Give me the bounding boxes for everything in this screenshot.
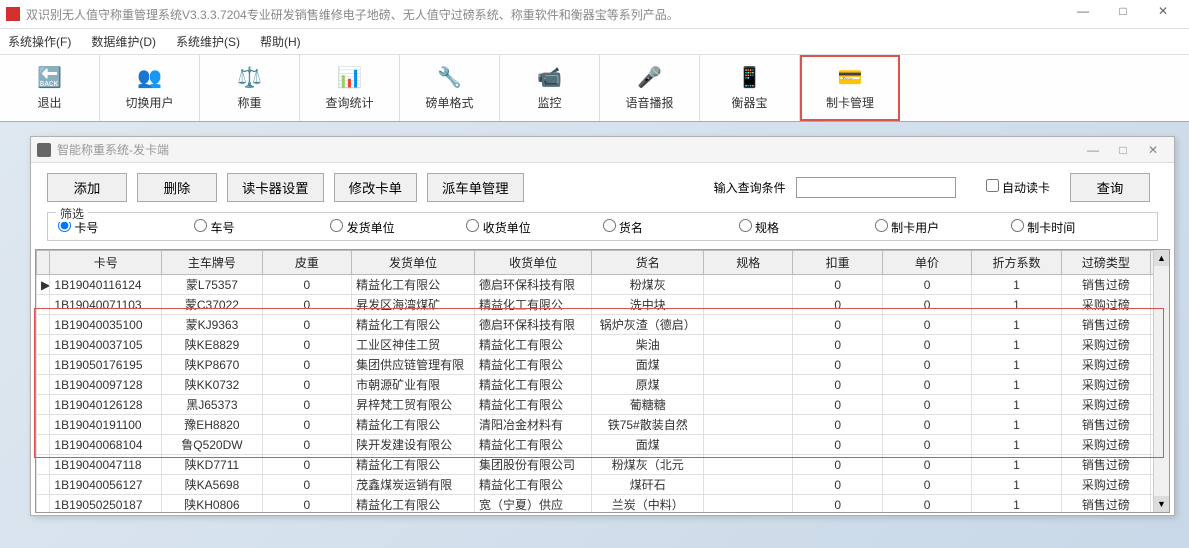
- scroll-track[interactable]: [1154, 266, 1169, 496]
- sub-close[interactable]: ✕: [1138, 143, 1168, 157]
- menu-system[interactable]: 系统操作(F): [8, 33, 71, 50]
- col-type[interactable]: 过磅类型: [1061, 251, 1150, 275]
- col-price[interactable]: 单价: [882, 251, 971, 275]
- filter-group: 筛选 卡号 车号 发货单位 收货单位 货名 规格 制卡用户 制卡时间: [47, 212, 1158, 241]
- search-input[interactable]: [796, 177, 956, 198]
- col-tare[interactable]: 皮重: [262, 251, 351, 275]
- table-row[interactable]: 1B19040035100蒙KJ93630精益化工有限公德启环保科技有限锅炉灰渣…: [37, 315, 1169, 335]
- tool-weigh[interactable]: ⚖️称重: [200, 55, 300, 121]
- sub-minimize[interactable]: —: [1078, 143, 1108, 157]
- radio-card-user[interactable]: 制卡用户: [875, 219, 1011, 236]
- menu-help[interactable]: 帮助(H): [260, 33, 301, 50]
- tool-exit[interactable]: 🔙退出: [0, 55, 100, 121]
- table-row[interactable]: 1B19040068104鲁Q520DW0陕开发建设有限公精益化工有限公面煤00…: [37, 435, 1169, 455]
- toolbar: 🔙退出 👥切换用户 ⚖️称重 📊查询统计 🔧磅单格式 📹监控 🎤语音播报 📱衡器…: [0, 55, 1189, 122]
- phone-icon: 📱: [735, 66, 765, 90]
- col-coef[interactable]: 折方系数: [972, 251, 1061, 275]
- col-deduct[interactable]: 扣重: [793, 251, 882, 275]
- action-bar: 添加 删除 读卡器设置 修改卡单 派车单管理 输入查询条件 自动读卡 查询: [31, 163, 1174, 212]
- tool-hqb[interactable]: 📱衡器宝: [700, 55, 800, 121]
- tool-voice[interactable]: 🎤语音播报: [600, 55, 700, 121]
- minimize-button[interactable]: —: [1063, 4, 1103, 24]
- search-label: 输入查询条件: [714, 179, 786, 196]
- app-header: 双识别无人值守称重管理系统V3.3.3.7204专业研发销售维修电子地磅、无人值…: [0, 0, 1189, 29]
- close-button[interactable]: ✕: [1143, 4, 1183, 24]
- vertical-scrollbar[interactable]: ▲ ▼: [1153, 250, 1169, 512]
- auto-read-checkbox[interactable]: 自动读卡: [986, 179, 1050, 196]
- scale-icon: ⚖️: [235, 66, 265, 90]
- col-spec[interactable]: 规格: [704, 251, 793, 275]
- filter-legend: 筛选: [56, 205, 88, 222]
- data-table-wrap: 卡号 主车牌号 皮重 发货单位 收货单位 货名 规格 扣重 单价 折方系数 过磅…: [35, 249, 1170, 513]
- table-header-row: 卡号 主车牌号 皮重 发货单位 收货单位 货名 规格 扣重 单价 折方系数 过磅…: [37, 251, 1169, 275]
- menu-systems[interactable]: 系统维护(S): [176, 33, 240, 50]
- data-table[interactable]: 卡号 主车牌号 皮重 发货单位 收货单位 货名 规格 扣重 单价 折方系数 过磅…: [36, 250, 1169, 513]
- sub-header: 智能称重系统-发卡端 — □ ✕: [31, 137, 1174, 163]
- tool-monitor[interactable]: 📹监控: [500, 55, 600, 121]
- col-goods[interactable]: 货名: [592, 251, 704, 275]
- col-card-no[interactable]: 卡号: [50, 251, 162, 275]
- sub-window: 智能称重系统-发卡端 — □ ✕ 添加 删除 读卡器设置 修改卡单 派车单管理 …: [30, 136, 1175, 516]
- table-row[interactable]: 1B19040191100豫EH88200精益化工有限公清阳冶金材料有铁75#散…: [37, 415, 1169, 435]
- tool-query-stats[interactable]: 📊查询统计: [300, 55, 400, 121]
- table-row[interactable]: 1B19050250187陕KH08060精益化工有限公宽（宁夏）供应兰炭（中料…: [37, 495, 1169, 514]
- menu-data[interactable]: 数据维护(D): [91, 33, 156, 50]
- sub-title: 智能称重系统-发卡端: [57, 141, 1078, 158]
- radio-card-time[interactable]: 制卡时间: [1011, 219, 1147, 236]
- col-shipper[interactable]: 发货单位: [352, 251, 475, 275]
- workspace-bg: 智能称重系统-发卡端 — □ ✕ 添加 删除 读卡器设置 修改卡单 派车单管理 …: [0, 122, 1189, 548]
- camera-icon: 📹: [535, 66, 565, 90]
- app-title: 双识别无人值守称重管理系统V3.3.3.7204专业研发销售维修电子地磅、无人值…: [26, 6, 1063, 23]
- query-button[interactable]: 查询: [1070, 173, 1150, 202]
- sub-maximize[interactable]: □: [1108, 143, 1138, 157]
- tool-card-mgmt[interactable]: 💳制卡管理: [800, 55, 900, 121]
- dispatch-button[interactable]: 派车单管理: [427, 173, 524, 202]
- add-button[interactable]: 添加: [47, 173, 127, 202]
- exit-icon: 🔙: [35, 66, 65, 90]
- scroll-down-icon[interactable]: ▼: [1154, 496, 1169, 512]
- reader-setting-button[interactable]: 读卡器设置: [227, 173, 324, 202]
- menubar: 系统操作(F) 数据维护(D) 系统维护(S) 帮助(H): [0, 29, 1189, 55]
- maximize-button[interactable]: □: [1103, 4, 1143, 24]
- tool-switch-user[interactable]: 👥切换用户: [100, 55, 200, 121]
- delete-button[interactable]: 删除: [137, 173, 217, 202]
- col-plate[interactable]: 主车牌号: [162, 251, 263, 275]
- table-row[interactable]: 1B19040047118陕KD77110精益化工有限公集团股份有限公司粉煤灰（…: [37, 455, 1169, 475]
- table-row[interactable]: 1B19040037105陕KE88290工业区神佳工贸精益化工有限公柴油001…: [37, 335, 1169, 355]
- radio-vehicle[interactable]: 车号: [194, 219, 330, 236]
- sub-icon: [37, 143, 51, 157]
- mic-icon: 🎤: [635, 66, 665, 90]
- chart-icon: 📊: [335, 66, 365, 90]
- table-row[interactable]: 1B19040071103蒙C370220昇发区海湾煤矿精益化工有限公洗中块00…: [37, 295, 1169, 315]
- users-icon: 👥: [135, 66, 165, 90]
- scroll-up-icon[interactable]: ▲: [1154, 250, 1169, 266]
- table-row[interactable]: 1B19040056127陕KA56980茂鑫煤炭运销有限精益化工有限公煤矸石0…: [37, 475, 1169, 495]
- table-row[interactable]: 1B19050176195陕KP86700集团供应链管理有限精益化工有限公面煤0…: [37, 355, 1169, 375]
- radio-receiver[interactable]: 收货单位: [466, 219, 602, 236]
- modify-button[interactable]: 修改卡单: [334, 173, 417, 202]
- col-receiver[interactable]: 收货单位: [475, 251, 592, 275]
- radio-spec[interactable]: 规格: [739, 219, 875, 236]
- table-row[interactable]: ▶1B19040116124蒙L753570精益化工有限公德启环保科技有限粉煤灰…: [37, 275, 1169, 295]
- table-row[interactable]: 1B19040126128黑J653730昇梓梵工贸有限公精益化工有限公葡糖糖0…: [37, 395, 1169, 415]
- wrench-icon: 🔧: [435, 66, 465, 90]
- radio-goods[interactable]: 货名: [603, 219, 739, 236]
- radio-shipper[interactable]: 发货单位: [330, 219, 466, 236]
- table-row[interactable]: 1B19040097128陕KK07320市朝源矿业有限精益化工有限公原煤001…: [37, 375, 1169, 395]
- tool-ticket-format[interactable]: 🔧磅单格式: [400, 55, 500, 121]
- card-icon: 💳: [835, 66, 865, 90]
- app-icon: [6, 7, 20, 21]
